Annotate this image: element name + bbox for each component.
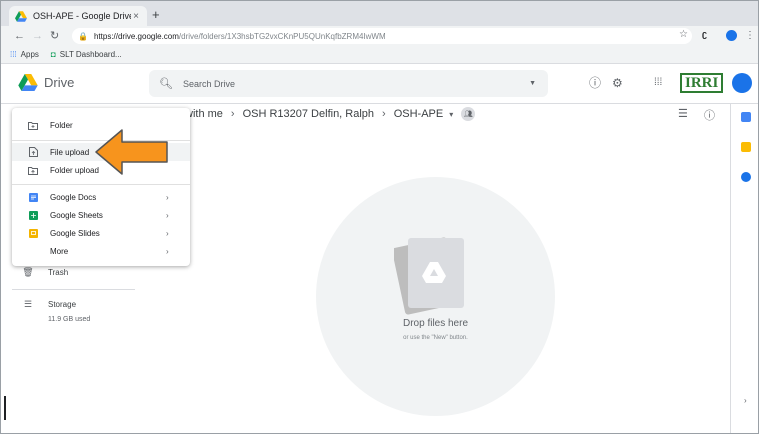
menu-item-more[interactable]: More › — [12, 242, 190, 260]
search-box[interactable]: 🔍︎ Search Drive ▼ — [149, 70, 548, 97]
browser-toolbar: ← → ↻ 🔒 https://drive.google.com/drive/f… — [0, 26, 759, 46]
menu-item-label: Google Docs — [50, 192, 97, 202]
address-bar[interactable]: 🔒 https://drive.google.com/drive/folders… — [72, 28, 692, 44]
submenu-chevron-icon: › — [166, 228, 169, 238]
shared-folder-icon: 👥︎ — [461, 107, 476, 121]
url-host: https://drive.google.com — [93, 31, 179, 41]
breadcrumb-separator-icon: › — [230, 108, 235, 120]
folder-dropdown-icon[interactable]: ▾ — [449, 110, 453, 119]
lock-icon: 🔒 — [78, 31, 88, 41]
url-text: https://drive.google.com/drive/folders/1… — [94, 32, 386, 41]
side-panel: › — [730, 104, 759, 434]
file-upload-icon — [28, 147, 38, 157]
calendar-icon[interactable] — [741, 112, 751, 122]
empty-state-subtitle: or use the "New" button. — [403, 335, 468, 341]
storage-icon: ☰ — [23, 299, 33, 309]
back-arrow-icon[interactable]: ← — [14, 28, 25, 44]
drive-header: Drive 🔍︎ Search Drive ▼ ⓘ ⚙ ⁞⁞⁞ IRRI — [0, 64, 759, 104]
tab-close-icon[interactable]: × — [131, 11, 141, 22]
keep-icon[interactable] — [741, 142, 751, 152]
search-icon[interactable]: 🔍︎ — [159, 77, 173, 90]
new-tab-button[interactable]: + — [152, 8, 160, 22]
folder-upload-icon — [28, 165, 38, 175]
google-drive-logo-icon[interactable] — [18, 74, 38, 91]
bookmark-label: Apps — [20, 50, 39, 59]
search-options-icon[interactable]: ▼ — [529, 80, 536, 87]
submenu-chevron-icon: › — [166, 210, 169, 220]
new-folder-icon — [28, 120, 38, 130]
apps-launcher-icon[interactable]: ⁞⁞⁞ — [654, 76, 662, 90]
breadcrumb: with me › OSH R13207 Delfin, Ralph › OSH… — [185, 106, 476, 122]
list-view-icon[interactable]: ☰ — [678, 107, 688, 120]
bookmarks-bar: ⁞⁞⁞ Apps ◘ SLT Dashboard... — [0, 46, 759, 64]
bookmark-label: SLT Dashboard... — [59, 50, 122, 59]
empty-state-title: Drop files here — [402, 318, 469, 329]
menu-item-google-docs[interactable]: Google Docs › — [12, 188, 190, 206]
url-path: /drive/folders/1X3hsbTG2vxCKnPU5QUnKqfbZ… — [178, 31, 386, 41]
submenu-chevron-icon: › — [166, 246, 169, 256]
browser-menu-icon[interactable]: ⋮ — [745, 28, 755, 44]
breadcrumb-item[interactable]: OSH R13207 Delfin, Ralph — [243, 108, 374, 120]
browser-tab[interactable]: OSH-APE - Google Drive × — [9, 6, 147, 26]
app-name[interactable]: Drive — [44, 75, 74, 90]
bookmark-star-icon[interactable]: ☆ — [679, 29, 688, 40]
google-docs-icon — [28, 192, 38, 202]
sidebar-item-label: Storage — [48, 300, 77, 309]
more-spacer — [28, 246, 38, 256]
help-icon[interactable]: ⓘ — [589, 76, 601, 90]
organization-logo: IRRI — [680, 73, 724, 93]
profile-avatar-icon[interactable] — [726, 30, 737, 41]
bookmark-apps[interactable]: ⁞⁞⁞ Apps — [10, 50, 39, 59]
document-stack-icon — [394, 237, 464, 315]
forward-arrow-icon[interactable]: → — [32, 28, 43, 44]
menu-item-label: More — [50, 246, 69, 256]
expand-panel-chevron-icon[interactable]: › — [744, 396, 747, 405]
settings-gear-icon[interactable]: ⚙ — [612, 76, 623, 90]
submenu-chevron-icon: › — [166, 192, 169, 202]
google-drive-favicon-icon — [15, 10, 27, 22]
breadcrumb-current-folder[interactable]: OSH-APE — [394, 108, 444, 120]
sidebar-item-trash[interactable]: 🗑︎ Trash — [22, 267, 68, 278]
sidebar-item-label: Trash — [48, 268, 69, 277]
tasks-icon[interactable] — [741, 172, 751, 182]
sidebar-item-storage[interactable]: ☰ Storage — [22, 299, 76, 310]
sidebar-divider — [12, 289, 135, 290]
tab-title: OSH-APE - Google Drive — [33, 11, 131, 21]
menu-item-label: Google Slides — [50, 228, 100, 238]
breadcrumb-item[interactable]: with me — [185, 108, 223, 120]
window-edge-marker — [4, 396, 6, 420]
apps-grid-icon: ⁞⁞⁞ — [10, 50, 17, 59]
details-info-icon[interactable]: ⓘ — [704, 107, 715, 123]
browser-tab-strip: OSH-APE - Google Drive × + — [0, 0, 759, 26]
google-slides-icon — [28, 228, 38, 238]
menu-divider — [12, 184, 190, 185]
reload-icon[interactable]: ↻ — [50, 28, 59, 44]
bookmark-slt-dashboard[interactable]: ◘ SLT Dashboard... — [51, 50, 122, 59]
search-input[interactable]: Search Drive — [183, 79, 529, 89]
slt-icon: ◘ — [50, 50, 56, 59]
menu-item-google-slides[interactable]: Google Slides › — [12, 224, 190, 242]
trash-icon: 🗑︎ — [22, 267, 34, 277]
breadcrumb-separator-icon: › — [382, 108, 386, 120]
annotation-arrow-icon — [95, 129, 168, 175]
menu-item-google-sheets[interactable]: Google Sheets › — [12, 206, 190, 224]
extension-icon[interactable]: ʗ — [702, 29, 707, 39]
account-avatar[interactable] — [732, 73, 752, 93]
menu-item-label: Google Sheets — [50, 210, 103, 220]
google-sheets-icon — [28, 210, 38, 220]
storage-used-text: 11.9 GB used — [48, 316, 91, 323]
